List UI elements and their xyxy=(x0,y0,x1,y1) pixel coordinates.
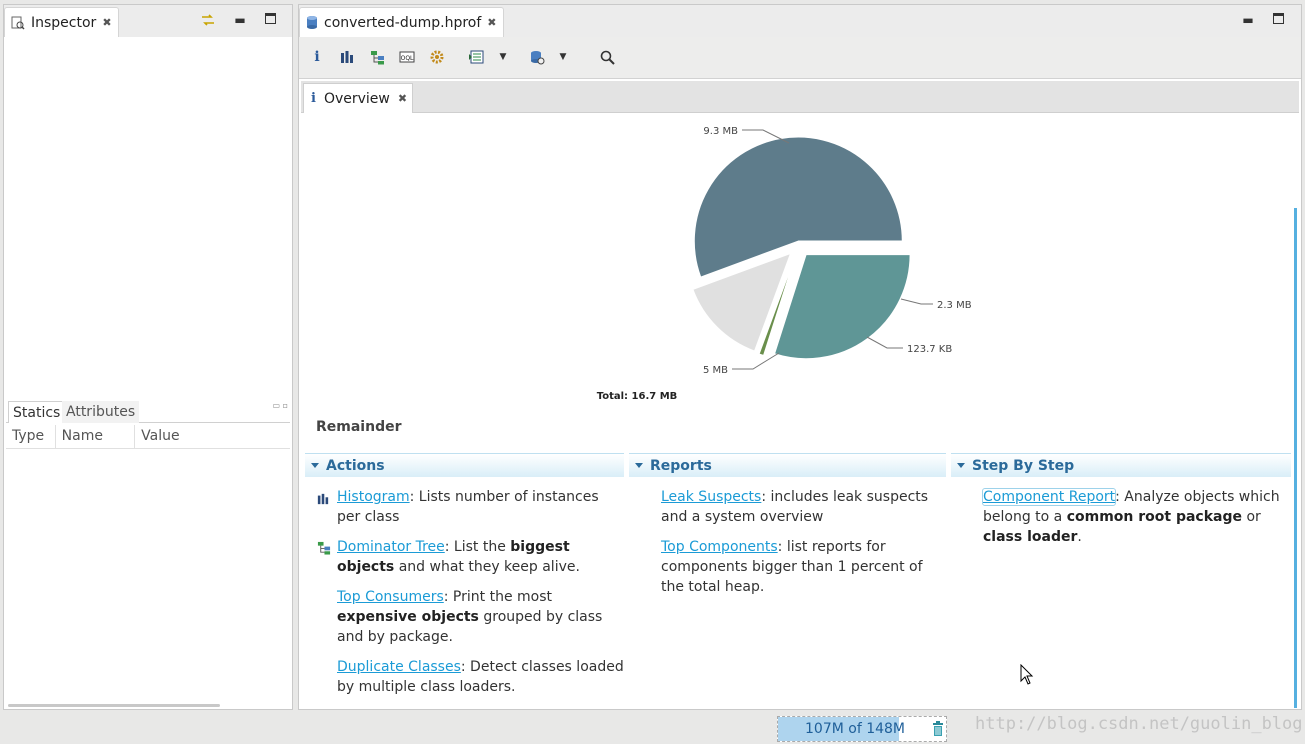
heap-status[interactable]: 107M of 148M xyxy=(777,716,947,742)
pie-label-leader xyxy=(866,336,903,349)
horizontal-scrollbar[interactable] xyxy=(8,704,220,707)
overview-tabbar: i Overview ✖ xyxy=(301,81,1299,113)
description-text: : Print the most xyxy=(443,589,552,605)
search-icon[interactable] xyxy=(597,47,617,67)
reports-title: Reports xyxy=(650,457,712,474)
pie-label-leader xyxy=(900,298,933,305)
reports-icon[interactable] xyxy=(467,47,487,67)
step-by-step-list: Component Report: Analyze objects which … xyxy=(951,487,1291,547)
collapse-icon xyxy=(311,463,319,468)
pie-label-leader xyxy=(732,352,780,370)
list-item: Duplicate Classes: Detect classes loaded… xyxy=(305,657,624,697)
inspector-tabbar: Inspector ✖ ▬ xyxy=(4,5,292,37)
actions-list: Histogram: Lists number of instances per… xyxy=(305,487,624,697)
step-by-step-title: Step By Step xyxy=(972,457,1075,474)
histogram-icon xyxy=(317,491,329,511)
close-icon[interactable]: ✖ xyxy=(487,16,496,29)
minimize-icon[interactable]: ▬ xyxy=(1241,13,1255,27)
component-report-link[interactable]: Component Report xyxy=(981,488,1117,506)
dropdown-icon[interactable]: ▼ xyxy=(557,47,569,67)
database-icon xyxy=(306,15,318,30)
close-icon[interactable]: ✖ xyxy=(398,92,407,105)
column-name[interactable]: Name xyxy=(56,425,136,448)
link-with-editor-icon[interactable] xyxy=(200,13,214,27)
heap-usage-text: 107M of 148M xyxy=(805,721,905,737)
oql-icon[interactable]: OQL xyxy=(397,47,417,67)
collapse-icon xyxy=(957,463,965,468)
dropdown-icon[interactable]: ▼ xyxy=(497,47,509,67)
mouse-cursor-icon xyxy=(1020,663,1034,690)
actions-title: Actions xyxy=(326,457,385,474)
pie-total-label: Total: 16.7 MB xyxy=(597,391,678,402)
info-icon: i xyxy=(311,91,316,106)
histogram-icon[interactable] xyxy=(337,47,357,67)
remainder-heading: Remainder xyxy=(316,419,402,435)
pie-slice[interactable] xyxy=(773,254,911,360)
step-by-step-section: Step By Step Component Report: Analyze o… xyxy=(951,453,1291,703)
list-item: Top Consumers: Print the most expensive … xyxy=(305,587,624,647)
inspector-title: Inspector xyxy=(31,14,97,31)
tab-statics[interactable]: Statics xyxy=(8,401,66,423)
thread-overview-icon[interactable] xyxy=(427,47,447,67)
emphasis-text: common root package xyxy=(1066,509,1243,525)
file-tab[interactable]: converted-dump.hprof ✖ xyxy=(299,7,504,37)
histogram-link[interactable]: Histogram xyxy=(337,489,410,505)
inspector-tab[interactable]: Inspector ✖ xyxy=(4,7,119,37)
minimize-icon[interactable]: ▬ xyxy=(233,13,247,27)
tab-attributes[interactable]: Attributes xyxy=(62,401,140,423)
statics-table-header: Type Name Value xyxy=(6,425,290,449)
list-item: Component Report: Analyze objects which … xyxy=(951,487,1291,547)
pie-chart: 9.3 MB 5 MB 123.7 KB 2.3 MB Total: 16.7 MB xyxy=(597,126,972,402)
emphasis-text: expensive objects xyxy=(337,609,479,625)
reports-list: Leak Suspects: includes leak suspects an… xyxy=(629,487,946,597)
maximize-icon[interactable] xyxy=(263,13,277,27)
dominator-tree-icon[interactable] xyxy=(367,47,387,67)
list-item: Histogram: Lists number of instances per… xyxy=(305,487,624,527)
overview-tab-label: Overview xyxy=(323,90,390,107)
duplicate-classes-link[interactable]: Duplicate Classes xyxy=(337,659,461,675)
column-value[interactable]: Value xyxy=(135,425,290,448)
inspector-icon xyxy=(11,16,25,30)
column-type[interactable]: Type xyxy=(6,425,56,448)
info-icon[interactable]: i xyxy=(307,47,327,67)
list-item: Top Components: list reports for compone… xyxy=(629,537,946,597)
vertical-scrollbar[interactable] xyxy=(1294,208,1297,708)
top-consumers-link[interactable]: Top Consumers xyxy=(337,589,444,605)
file-tab-label: converted-dump.hprof xyxy=(324,14,482,31)
reports-section: Reports Leak Suspects: includes leak sus… xyxy=(629,453,946,703)
query-browser-icon[interactable] xyxy=(527,47,547,67)
description-text: . xyxy=(1077,529,1082,545)
editor-tabbar: converted-dump.hprof ✖ ▬ xyxy=(299,5,1301,37)
actions-section: Actions Histogram: Lists number of insta… xyxy=(305,453,624,703)
editor-panel: converted-dump.hprof ✖ ▬ i OQL ▼ ▼ i Ove… xyxy=(298,4,1302,710)
pie-slice-label: 5 MB xyxy=(703,365,728,376)
dominator-tree-icon xyxy=(317,541,331,561)
dominator-tree-link[interactable]: Dominator Tree xyxy=(337,539,445,555)
statics-tabbar: Statics Attributes xyxy=(6,401,290,423)
actions-header[interactable]: Actions xyxy=(305,453,624,477)
pie-slice-label: 2.3 MB xyxy=(937,300,972,311)
list-item: Dominator Tree: List the biggest objects… xyxy=(305,537,624,577)
step-by-step-header[interactable]: Step By Step xyxy=(951,453,1291,477)
list-item: Leak Suspects: includes leak suspects an… xyxy=(629,487,946,527)
tab-overview[interactable]: i Overview ✖ xyxy=(303,83,413,113)
collapse-icon xyxy=(635,463,643,468)
leak-suspects-link[interactable]: Leak Suspects xyxy=(661,489,761,505)
reports-header[interactable]: Reports xyxy=(629,453,946,477)
watermark: http://blog.csdn.net/guolin_blog xyxy=(975,714,1303,734)
emphasis-text: class loader xyxy=(983,529,1078,545)
editor-toolbar: i OQL ▼ ▼ xyxy=(299,37,1301,79)
close-icon[interactable]: ✖ xyxy=(102,16,111,29)
inspector-panel: Inspector ✖ ▬ ▭ ▫ Statics Attributes Typ… xyxy=(3,4,293,710)
svg-text:OQL: OQL xyxy=(401,55,414,62)
maximize-icon[interactable] xyxy=(1271,13,1285,27)
description-text: and what they keep alive. xyxy=(394,559,580,575)
top-components-link[interactable]: Top Components xyxy=(661,539,778,555)
pie-slice-label: 9.3 MB xyxy=(703,126,738,137)
description-text: : List the xyxy=(444,539,511,555)
pie-slice-label: 123.7 KB xyxy=(907,344,952,355)
trash-icon[interactable] xyxy=(932,721,944,741)
overview-content: 9.3 MB 5 MB 123.7 KB 2.3 MB Total: 16.7 MB R… xyxy=(301,113,1299,708)
description-text: or xyxy=(1242,509,1261,525)
